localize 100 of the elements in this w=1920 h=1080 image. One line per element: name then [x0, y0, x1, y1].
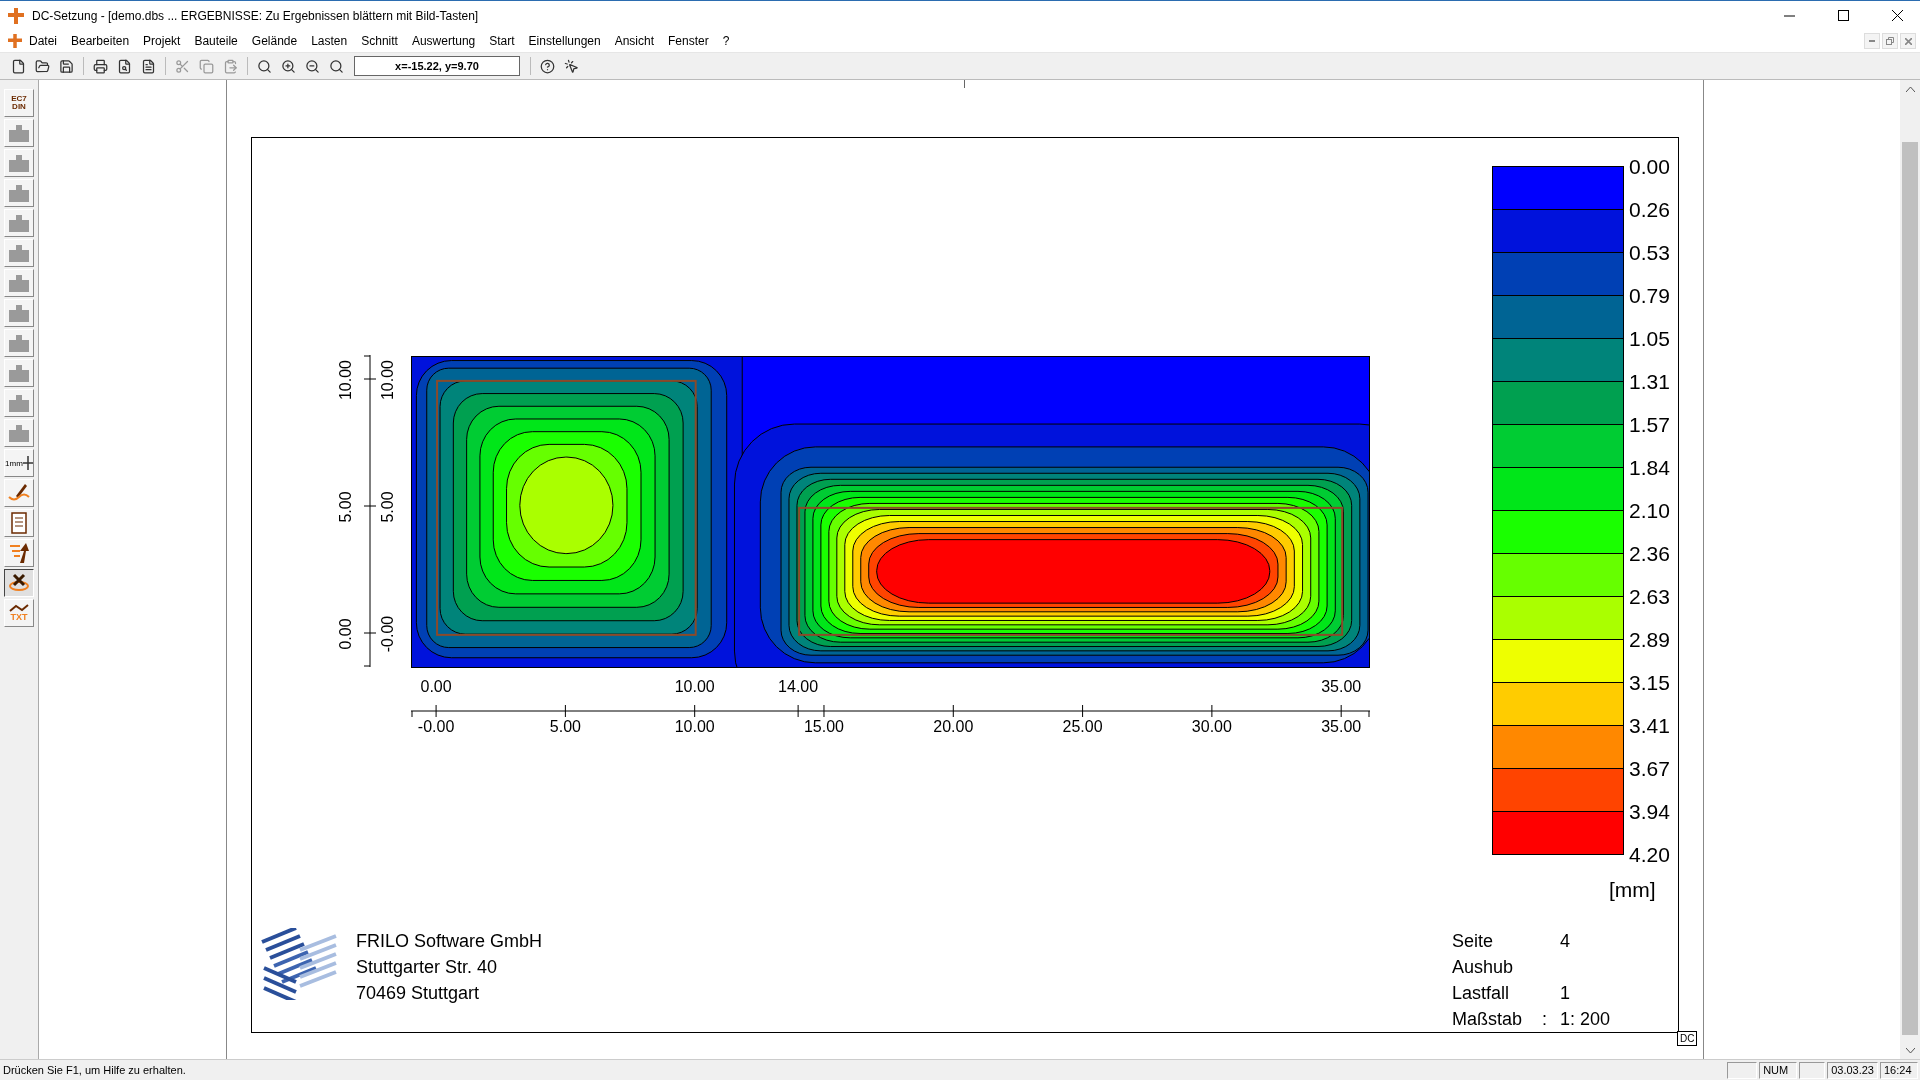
close-button[interactable]	[1900, 33, 1916, 49]
page-tag: DC	[1677, 1031, 1698, 1046]
foundation-icon	[8, 274, 30, 292]
info-label: Seite	[1452, 930, 1495, 953]
axis-label: 5.00	[379, 491, 397, 523]
vertical-scrollbar[interactable]	[1900, 80, 1920, 1059]
foundation-icon	[8, 364, 30, 382]
axis-label: -0.00	[379, 615, 397, 653]
menu-item[interactable]: Bearbeiten	[64, 34, 137, 48]
axis-label: 10.00	[674, 678, 715, 696]
legend-label: 2.10	[1629, 499, 1670, 524]
minimize-button[interactable]	[1864, 33, 1880, 49]
info-label: Lastfall	[1452, 982, 1511, 1005]
status-panel: NUM	[1759, 1061, 1798, 1079]
foundation-icon	[8, 124, 30, 142]
foundation-icon	[8, 304, 30, 322]
company-address-line: 70469 Stuttgart	[356, 982, 481, 1005]
restore-icon	[1886, 37, 1894, 45]
tool-button[interactable]: 1mm	[4, 449, 34, 477]
foundation-icon	[8, 184, 30, 202]
axis-label: 10.00	[674, 718, 715, 736]
axis-label: 0.00	[420, 678, 452, 696]
legend-label: 0.00	[1629, 155, 1670, 180]
info-value: 4	[1560, 930, 1571, 953]
wave-icon	[9, 604, 29, 612]
legend-label: 1.31	[1629, 370, 1670, 395]
status-panel: 16:24	[1880, 1061, 1918, 1079]
document-icon	[10, 512, 28, 534]
legend-label: 0.53	[1629, 241, 1670, 266]
scale-label: 1mm	[5, 458, 23, 468]
tool-button[interactable]	[4, 569, 34, 597]
legend-label: 2.89	[1629, 628, 1670, 653]
menu-item[interactable]: Datei	[22, 34, 64, 48]
axis-label: 35.00	[1321, 718, 1362, 736]
close-icon	[1904, 37, 1912, 45]
legend-label: 4.20	[1629, 843, 1670, 868]
info-value: 1	[1560, 982, 1571, 1005]
legend-label: 1.57	[1629, 413, 1670, 438]
unit-label: [mm]	[1609, 878, 1656, 902]
foundation-icon	[8, 424, 30, 442]
axis-label: 35.00	[1321, 678, 1362, 696]
restore-button[interactable]	[1882, 33, 1898, 49]
menu-item[interactable]: Projekt	[136, 34, 188, 48]
company-address-line: Stuttgarter Str. 40	[356, 956, 499, 979]
close-icon	[1891, 10, 1903, 21]
foundation-icon	[8, 214, 30, 232]
window-title: DC-Setzung - [demo.dbs ... ERGEBNISSE: Zu Ergebnissen blättern mit Bild-Tasten]	[32, 8, 480, 23]
maximize-icon	[1837, 10, 1849, 21]
menu-item[interactable]: Bauteile	[187, 34, 245, 48]
foundation-icon	[8, 334, 30, 352]
app-icon	[8, 7, 24, 24]
legend-label: 3.94	[1629, 800, 1670, 825]
axis-label: 20.00	[933, 718, 974, 736]
minimize-icon	[1783, 14, 1795, 17]
delete-icon	[8, 572, 30, 594]
axis-label: 25.00	[1062, 718, 1103, 736]
legend-label: 1.05	[1629, 327, 1670, 352]
info-separator: :	[1542, 1008, 1548, 1031]
axis-label: 5.00	[337, 491, 355, 523]
menu-item[interactable]: Ansicht	[607, 34, 662, 48]
menu-item[interactable]: Start	[482, 34, 522, 48]
axis-label: 10.00	[379, 360, 397, 400]
legend-label: 0.26	[1629, 198, 1670, 223]
foundation-icon	[8, 244, 30, 262]
menu-item[interactable]: Lasten	[304, 34, 355, 48]
menu-item[interactable]: Fenster	[661, 34, 716, 48]
legend-label: 1.84	[1629, 456, 1670, 481]
tool-button[interactable]: EC7 DIN	[4, 89, 34, 117]
axis-label: 14.00	[778, 678, 819, 696]
menu-item[interactable]: Auswertung	[404, 34, 483, 48]
coordinates-field[interactable]: x=-15.22, y=9.70	[354, 56, 520, 76]
foundation-icon	[8, 394, 30, 412]
menu-item[interactable]: Einstellungen	[521, 34, 608, 48]
company-address-line: FRILO Software GmbH	[356, 930, 544, 953]
side-tool-label: TXT	[10, 612, 28, 622]
legend-label: 3.15	[1629, 671, 1670, 696]
info-value: 1: 200	[1560, 1008, 1612, 1031]
status-panel: 03.03.23	[1827, 1061, 1878, 1079]
status-panel	[1727, 1061, 1758, 1079]
status-message: Drücken Sie F1, um Hilfe zu erhalten.	[2, 1064, 187, 1076]
legend-label: 0.79	[1629, 284, 1670, 309]
legend-label: 2.63	[1629, 585, 1670, 610]
axis-label: 30.00	[1191, 718, 1232, 736]
info-label: Aushub	[1452, 956, 1515, 979]
app-icon	[8, 34, 22, 48]
legend-label: 3.41	[1629, 714, 1670, 739]
info-label: Maßstab	[1452, 1008, 1524, 1031]
menu-item[interactable]: ?	[715, 34, 737, 48]
arrow-icon	[8, 542, 30, 564]
legend-label: 3.67	[1629, 757, 1670, 782]
plus-icon	[22, 456, 33, 470]
axis-label: 15.00	[803, 718, 844, 736]
status-panel	[1799, 1061, 1826, 1079]
axis-label: 0.00	[337, 618, 355, 650]
axis-label: 5.00	[549, 718, 581, 736]
legend-label: 2.36	[1629, 542, 1670, 567]
foundation-icon	[8, 154, 30, 172]
menu-item[interactable]: Schnitt	[354, 34, 405, 48]
menu-item[interactable]: Gelände	[244, 34, 305, 48]
axis-label: -0.00	[417, 718, 455, 736]
